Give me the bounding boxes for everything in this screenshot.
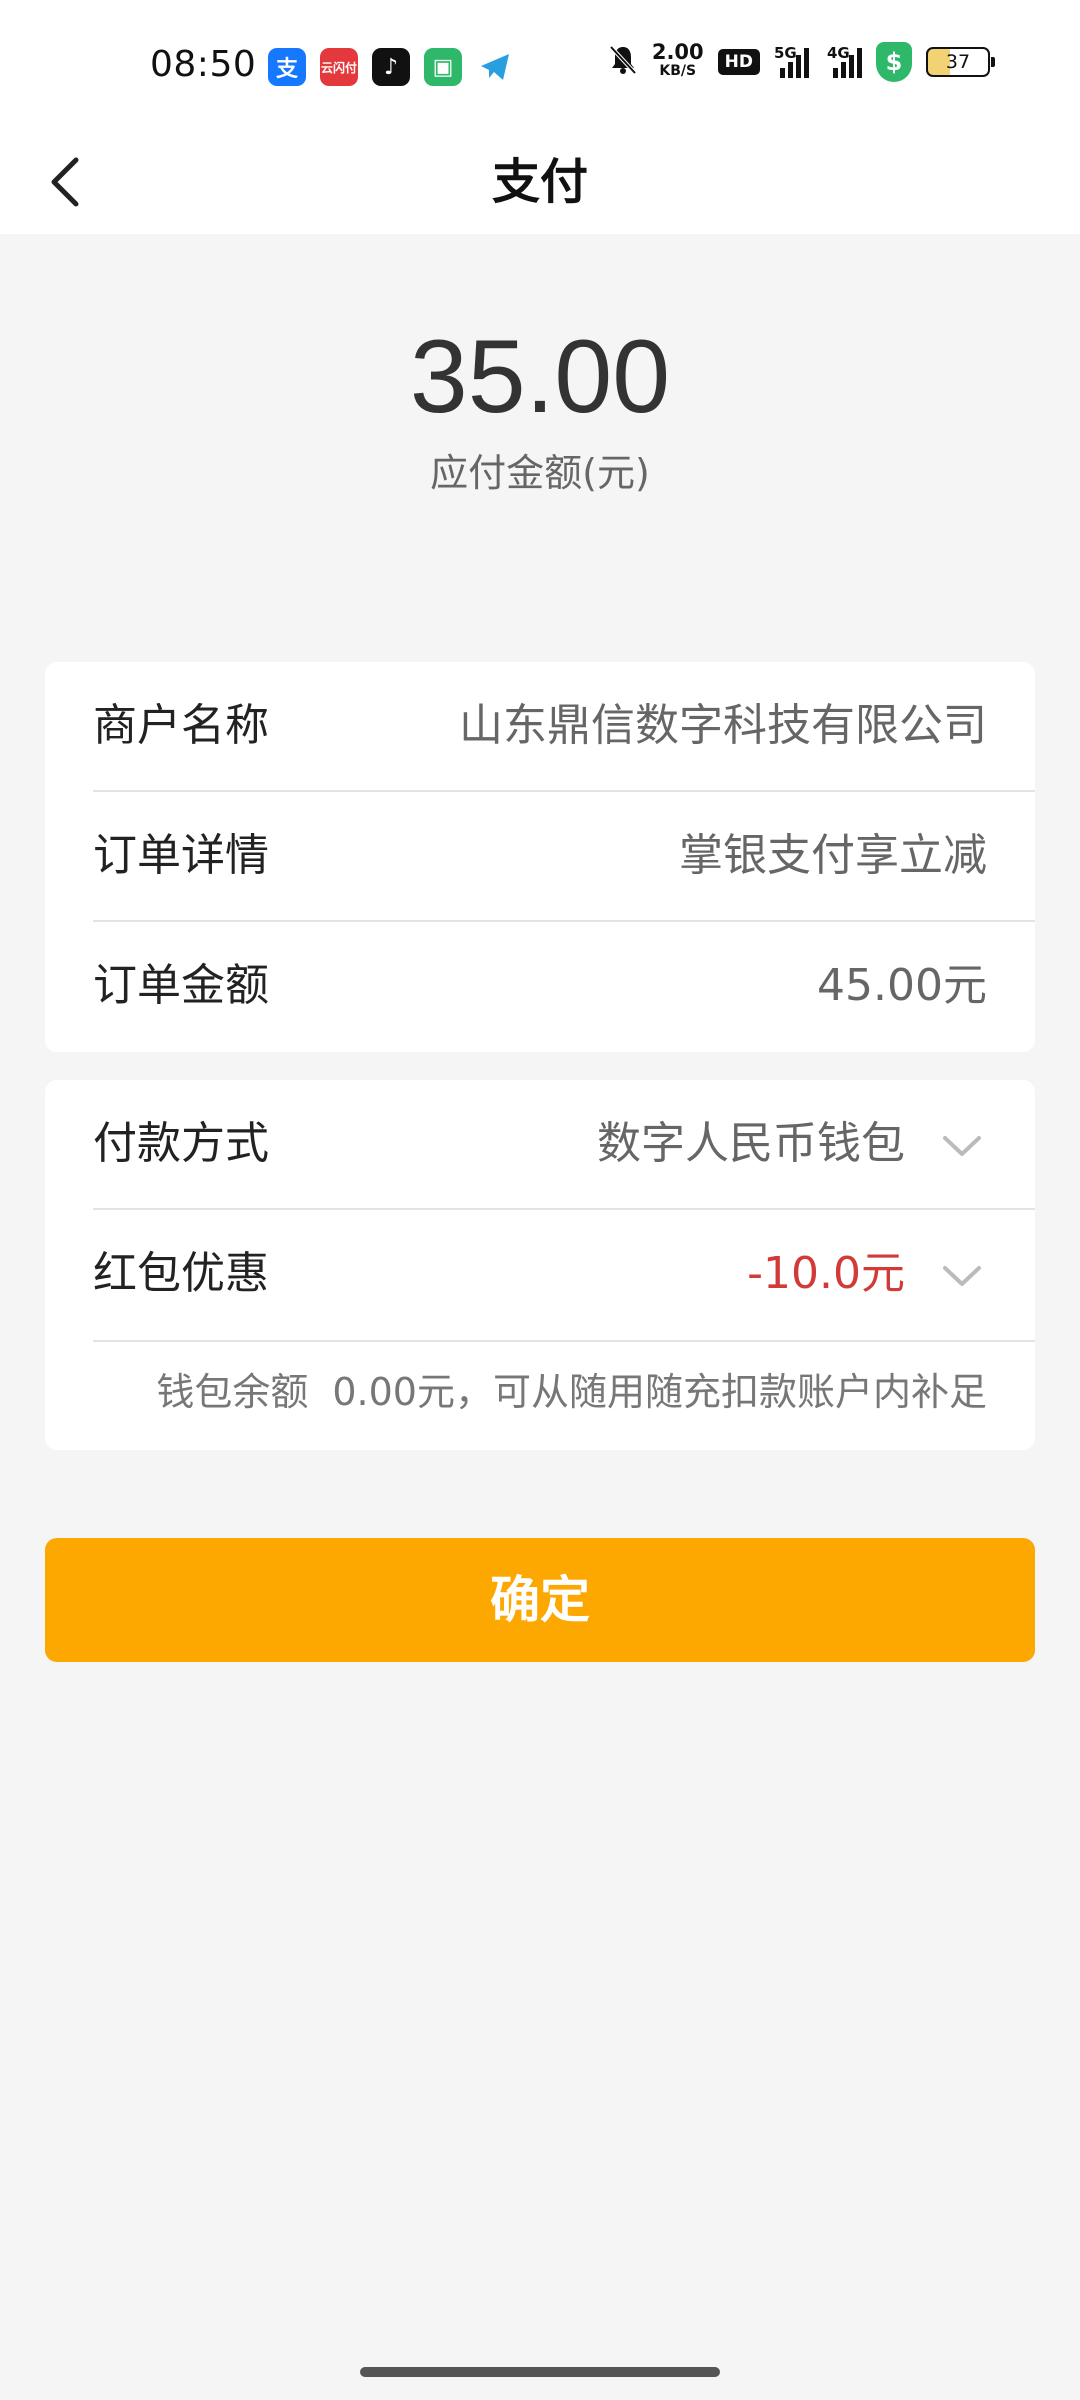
battery-level: 37 [945, 51, 971, 73]
order-amount-row: 订单金额 45.00元 [45, 922, 1035, 1050]
chevron-down-icon [943, 1136, 981, 1156]
payment-method-value: 数字人民币钱包 [597, 1118, 905, 1169]
signal-4g-label: 4G [827, 44, 850, 62]
red-packet-discount-row[interactable]: 红包优惠 -10.0元 [45, 1210, 1035, 1338]
red-packet-discount-label: 红包优惠 [93, 1248, 269, 1299]
status-time: 08:50 [150, 44, 257, 85]
payment-method-label: 付款方式 [93, 1118, 269, 1169]
order-detail-row: 订单详情 掌银支付享立减 [45, 792, 1035, 920]
order-detail-label: 订单详情 [93, 830, 269, 881]
mute-bell-icon [608, 44, 638, 81]
order-amount-value: 45.00元 [817, 960, 987, 1011]
shield-dollar-icon: $ [876, 42, 912, 82]
signal-5g-label: 5G [774, 44, 797, 62]
page-title: 支付 [491, 154, 588, 210]
net-speed-value: 2.00 [651, 40, 704, 64]
alipay-icon: 支 [268, 48, 306, 86]
yunshanfu-icon: 云闪付 [320, 48, 358, 86]
notification-app-icons: 支 云闪付 ♪ ▣ [268, 48, 514, 86]
back-button[interactable] [36, 152, 96, 212]
payable-amount-label: 应付金额(元) [430, 451, 650, 495]
status-icons: 2.00 KB/S HD 5G 4G $ 37 [608, 40, 995, 82]
chevron-down-icon [943, 1266, 981, 1286]
order-info-card: 商户名称 山东鼎信数字科技有限公司 订单详情 掌银支付享立减 订单金额 45.0… [45, 662, 1035, 1052]
telegram-icon [476, 48, 514, 86]
hd-badge: HD [717, 49, 760, 75]
douyin-icon: ♪ [372, 48, 410, 86]
status-bar: 08:50 支 云闪付 ♪ ▣ 2.00 KB/S HD 5G 4G $ 37 [0, 0, 1080, 130]
merchant-name-label: 商户名称 [93, 700, 269, 751]
header-bar: 支付 [0, 130, 1080, 234]
payable-amount: 35.00 [409, 319, 671, 435]
net-speed-unit: KB/S [659, 63, 697, 79]
wallet-balance-note: 钱包余额 0.00元，可从随用随充扣款账户内补足 [45, 1338, 1035, 1446]
order-amount-label: 订单金额 [93, 960, 269, 1011]
net-speed: 2.00 KB/S [651, 40, 704, 81]
signal-4g-icon: 4G [827, 44, 862, 78]
merchant-name-row: 商户名称 山东鼎信数字科技有限公司 [45, 662, 1035, 790]
red-packet-discount-value: -10.0元 [747, 1248, 905, 1299]
merchant-name-value: 山东鼎信数字科技有限公司 [459, 700, 987, 751]
home-indicator[interactable] [360, 2367, 720, 2377]
order-detail-value: 掌银支付享立减 [679, 830, 987, 881]
battery-icon: 37 [926, 47, 995, 77]
wallet-balance-text: 0.00元，可从随用随充扣款账户内补足 [332, 1370, 987, 1414]
confirm-button[interactable]: 确定 [45, 1538, 1035, 1662]
payment-method-row[interactable]: 付款方式 数字人民币钱包 [45, 1080, 1035, 1208]
payment-options-card: 付款方式 数字人民币钱包 红包优惠 -10.0元 钱包余额 0.00元，可从随用随… [45, 1080, 1035, 1450]
wallet-balance-label: 钱包余额 [156, 1370, 309, 1414]
signal-5g-icon: 5G [774, 44, 809, 78]
chevron-left-icon [51, 157, 79, 207]
security-app-icon: ▣ [424, 48, 462, 86]
